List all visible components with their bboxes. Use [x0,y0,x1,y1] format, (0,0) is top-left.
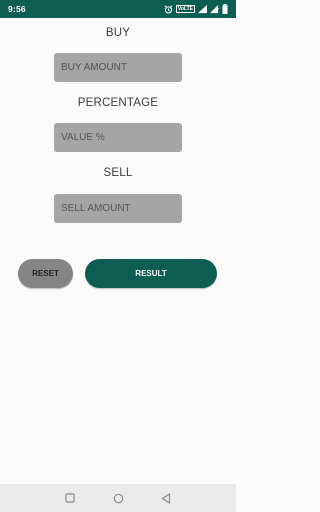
navigation-bar [0,484,236,512]
result-button[interactable]: RESULT [85,259,217,288]
recents-square-icon[interactable] [64,492,76,504]
signal-icon [210,4,219,14]
percentage-label: PERCENTAGE [77,97,159,109]
sell-amount-input[interactable] [54,194,182,223]
buy-amount-input[interactable] [54,53,182,82]
status-icons: VoLTE [164,4,228,14]
home-circle-icon[interactable] [112,492,124,504]
buy-label: BUY [105,27,131,39]
battery-icon [222,4,228,14]
reset-button[interactable]: RESET [18,259,73,288]
wifi-icon [198,4,207,14]
back-triangle-icon[interactable] [160,492,172,504]
status-bar: 9:56 VoLTE [0,0,236,18]
volte-icon: VoLTE [175,5,195,13]
status-time: 9:56 [8,4,26,14]
sell-label: SELL [103,167,133,179]
alarm-icon [164,4,173,14]
percentage-input[interactable] [54,123,182,152]
